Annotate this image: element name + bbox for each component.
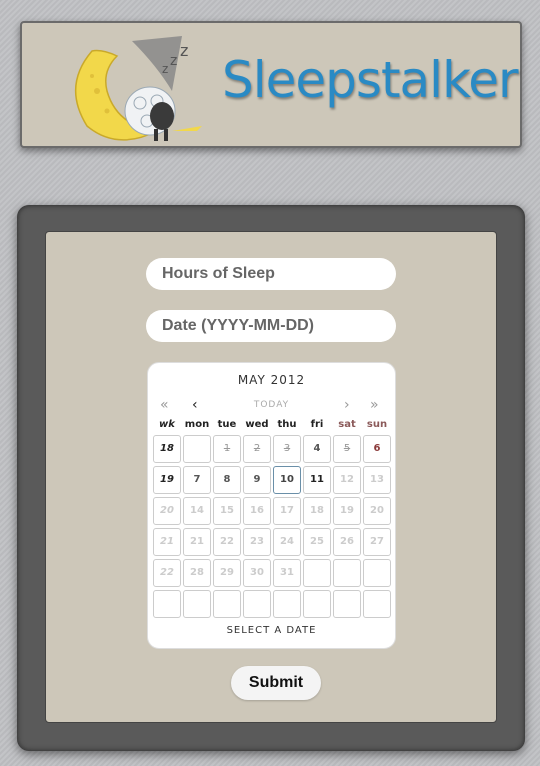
day-cell[interactable]: 7 xyxy=(183,465,211,494)
day-cell: 21 xyxy=(183,527,211,556)
week-number: 20 xyxy=(153,496,181,525)
calendar-week-row: 21 21 22 23 24 25 26 27 xyxy=(152,526,392,557)
calendar-week-row: 18 1 2 3 4 5 6 xyxy=(152,433,392,464)
date-input[interactable] xyxy=(146,310,396,342)
day-cell: 27 xyxy=(363,527,391,556)
weekday-label: wk xyxy=(159,419,175,430)
day-cell: 23 xyxy=(243,527,271,556)
calendar-month-title: MAY 2012 xyxy=(237,373,306,387)
submit-button[interactable]: Submit xyxy=(231,666,321,700)
day-cell: 28 xyxy=(183,558,211,587)
day-cell xyxy=(273,589,301,618)
day-cell[interactable]: 8 xyxy=(213,465,241,494)
weekday-label: tue xyxy=(217,419,237,430)
day-cell: 16 xyxy=(243,496,271,525)
day-cell: 22 xyxy=(213,527,241,556)
day-cell: 30 xyxy=(243,558,271,587)
week-number: 18 xyxy=(153,434,181,463)
week-number: 21 xyxy=(153,527,181,556)
day-cell[interactable]: 4 xyxy=(303,434,331,463)
day-cell-today[interactable]: 10 xyxy=(273,465,301,494)
day-cell xyxy=(183,434,211,463)
svg-text:z: z xyxy=(162,62,168,76)
weekday-label: mon xyxy=(184,419,210,430)
svg-text:z: z xyxy=(180,41,188,60)
next-month-button[interactable]: › xyxy=(344,397,350,413)
day-cell xyxy=(243,589,271,618)
day-cell: 5 xyxy=(333,434,361,463)
day-cell: 1 xyxy=(213,434,241,463)
day-cell xyxy=(213,589,241,618)
day-cell: 12 xyxy=(333,465,361,494)
next-year-button[interactable]: » xyxy=(370,397,379,413)
day-cell: 29 xyxy=(213,558,241,587)
header-banner: z z z Sleepstalker xyxy=(20,21,522,148)
day-cell: 17 xyxy=(273,496,301,525)
calendar-week-row xyxy=(152,588,392,619)
day-cell: 19 xyxy=(333,496,361,525)
day-cell[interactable]: 11 xyxy=(303,465,331,494)
day-cell: 2 xyxy=(243,434,271,463)
day-cell: 14 xyxy=(183,496,211,525)
calendar-week-row: 19 7 8 9 10 11 12 13 xyxy=(152,464,392,495)
svg-text:z: z xyxy=(170,53,177,69)
day-cell: 24 xyxy=(273,527,301,556)
weekday-label: sun xyxy=(366,419,388,430)
weekday-label: wed xyxy=(245,419,269,430)
day-cell: 31 xyxy=(273,558,301,587)
weekday-header: wk mon tue wed thu fri sat sun xyxy=(152,419,392,430)
day-cell xyxy=(333,558,361,587)
week-number xyxy=(153,589,181,618)
day-cell xyxy=(303,589,331,618)
day-cell xyxy=(183,589,211,618)
calendar-grid: 18 1 2 3 4 5 6 19 7 8 9 10 11 12 13 20 1… xyxy=(152,433,392,619)
form-panel: MAY 2012 « ‹ TODAY › » wk mon tue wed th… xyxy=(45,231,497,723)
day-cell: 13 xyxy=(363,465,391,494)
day-cell: 25 xyxy=(303,527,331,556)
app-title: Sleepstalker xyxy=(222,51,519,109)
weekday-label: fri xyxy=(310,419,324,430)
day-cell xyxy=(333,589,361,618)
weekday-label: thu xyxy=(277,419,297,430)
form-frame: MAY 2012 « ‹ TODAY › » wk mon tue wed th… xyxy=(17,205,525,751)
day-cell: 20 xyxy=(363,496,391,525)
week-number: 19 xyxy=(153,465,181,494)
today-button[interactable]: TODAY xyxy=(148,400,395,410)
hours-of-sleep-input[interactable] xyxy=(146,258,396,290)
day-cell: 26 xyxy=(333,527,361,556)
day-cell[interactable]: 9 xyxy=(243,465,271,494)
week-number: 22 xyxy=(153,558,181,587)
sleeping-sheep-moon-logo: z z z xyxy=(75,36,202,141)
day-cell: 18 xyxy=(303,496,331,525)
day-cell xyxy=(363,558,391,587)
day-cell: 3 xyxy=(273,434,301,463)
day-cell xyxy=(303,558,331,587)
day-cell: 15 xyxy=(213,496,241,525)
calendar-week-row: 22 28 29 30 31 xyxy=(152,557,392,588)
weekday-label: sat xyxy=(338,419,356,430)
calendar-footer: SELECT A DATE xyxy=(226,625,317,636)
day-cell xyxy=(363,589,391,618)
day-cell[interactable]: 6 xyxy=(363,434,391,463)
calendar-week-row: 20 14 15 16 17 18 19 20 xyxy=(152,495,392,526)
date-picker: MAY 2012 « ‹ TODAY › » wk mon tue wed th… xyxy=(147,362,396,649)
